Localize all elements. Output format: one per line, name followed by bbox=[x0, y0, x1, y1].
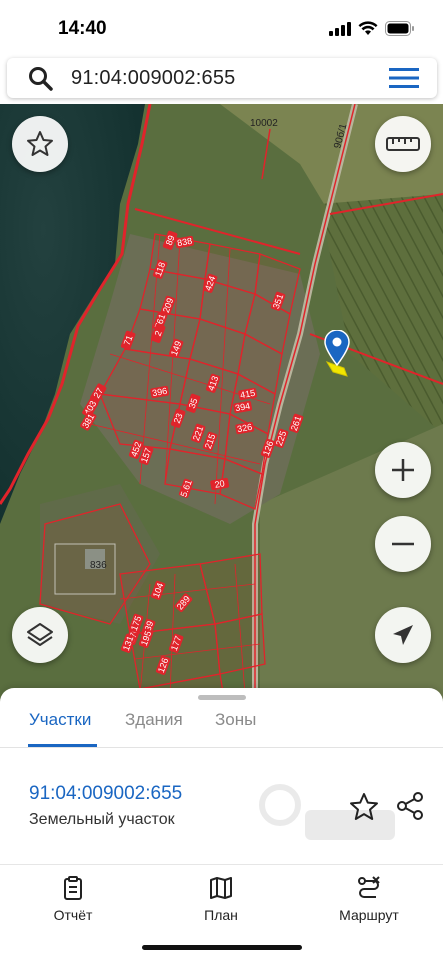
parcel-type: Земельный участок bbox=[29, 811, 175, 828]
ruler-button[interactable] bbox=[375, 116, 431, 172]
sheet-drag-handle[interactable] bbox=[198, 695, 246, 700]
wifi-icon bbox=[358, 21, 378, 35]
sheet-tabs: Участки Здания Зоны bbox=[0, 706, 443, 747]
map-view[interactable]: 10002 90б/1 836 838 89 118 424 351 209 761 2 149… bbox=[0, 104, 443, 704]
search-bar[interactable]: 91:04:009002:655 bbox=[7, 58, 437, 98]
report-clipboard-icon bbox=[64, 876, 82, 900]
home-indicator bbox=[142, 945, 302, 950]
star-icon[interactable] bbox=[348, 791, 380, 823]
minus-icon bbox=[392, 542, 414, 546]
bottom-sheet[interactable]: Участки Здания Зоны 91:04:009002:655 Зем… bbox=[0, 688, 443, 864]
parcel-cadastral-number[interactable]: 91:04:009002:655 bbox=[29, 783, 182, 805]
divider bbox=[0, 747, 443, 748]
tab-zones[interactable]: Зоны bbox=[215, 710, 256, 730]
nav-plan-label: План bbox=[204, 907, 238, 923]
search-input[interactable]: 91:04:009002:655 bbox=[71, 67, 235, 90]
status-time: 14:40 bbox=[58, 18, 107, 39]
zoom-out-button[interactable] bbox=[375, 516, 431, 572]
layers-button[interactable] bbox=[12, 607, 68, 663]
map-book-icon bbox=[210, 877, 232, 899]
favorite-map-button[interactable] bbox=[12, 116, 68, 172]
nav-report[interactable]: Отчёт bbox=[18, 875, 128, 923]
nav-route-label: Маршрут bbox=[339, 907, 399, 923]
status-bar: 14:40 bbox=[0, 0, 443, 56]
nav-report-label: Отчёт bbox=[53, 907, 93, 923]
my-location-button[interactable] bbox=[375, 607, 431, 663]
search-icon[interactable] bbox=[27, 65, 55, 93]
signal-icon bbox=[329, 21, 351, 36]
status-icons bbox=[329, 21, 415, 36]
layers-icon bbox=[27, 623, 53, 646]
tab-parcels[interactable]: Участки bbox=[29, 710, 91, 730]
share-icon[interactable] bbox=[394, 790, 426, 822]
zoom-in-button[interactable] bbox=[375, 442, 431, 498]
nav-route[interactable]: Маршрут bbox=[314, 875, 424, 923]
location-pin-icon[interactable] bbox=[324, 330, 350, 366]
plus-icon bbox=[392, 459, 414, 481]
battery-icon bbox=[385, 21, 414, 36]
ruler-icon bbox=[386, 137, 420, 151]
route-icon bbox=[358, 876, 380, 898]
hamburger-menu-icon[interactable] bbox=[389, 68, 419, 88]
nav-plan[interactable]: План bbox=[166, 875, 276, 923]
selected-parcel[interactable] bbox=[0, 104, 443, 704]
navigation-arrow-icon bbox=[393, 625, 413, 645]
tab-buildings[interactable]: Здания bbox=[125, 710, 183, 730]
star-outline-icon bbox=[27, 131, 53, 156]
